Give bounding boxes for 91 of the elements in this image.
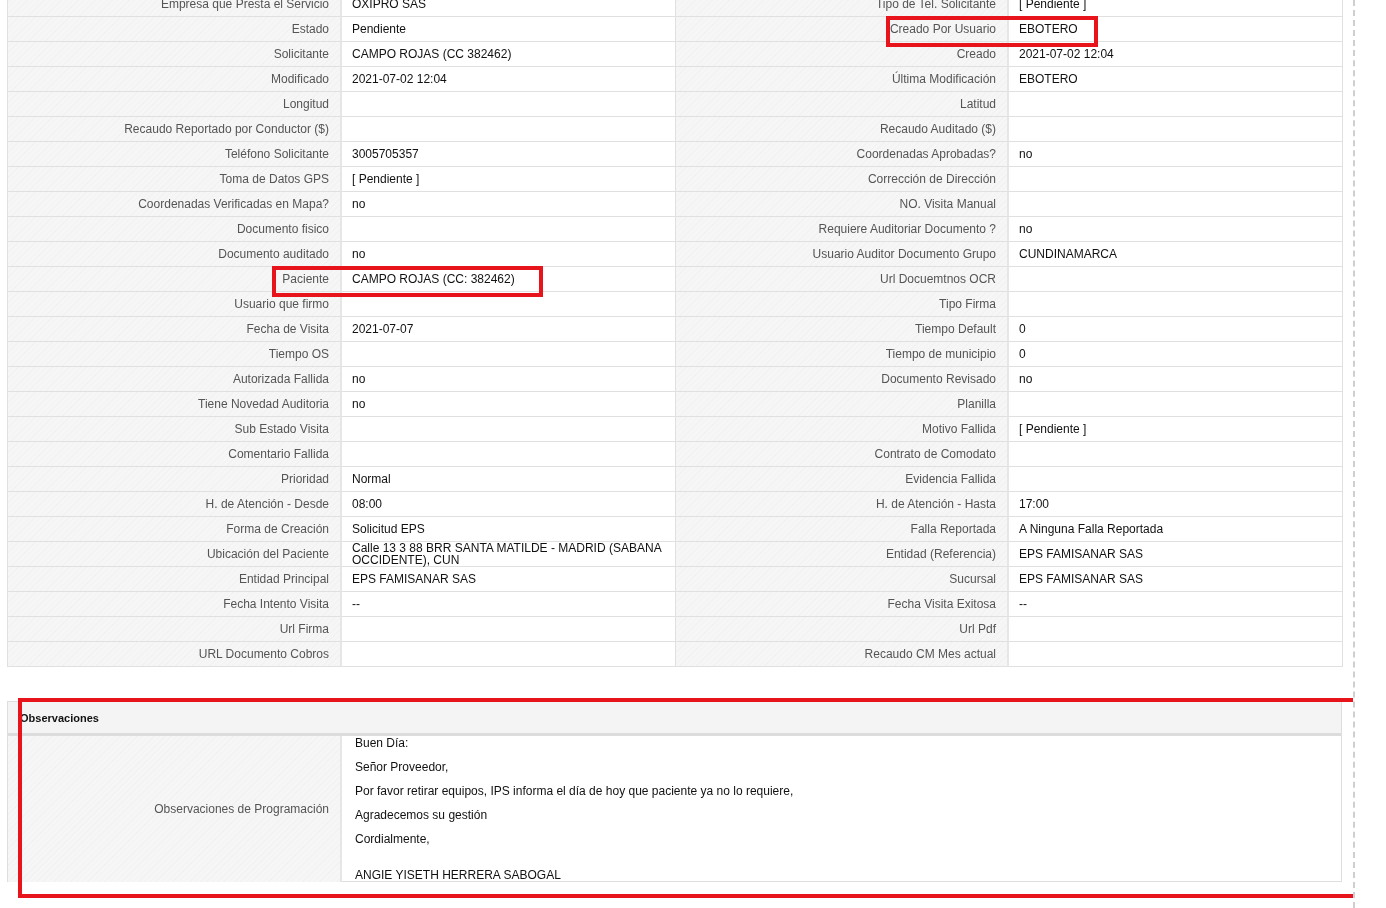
field-label: Coordenadas Verificadas en Mapa? (8, 192, 342, 217)
field-label: Usuario que firmo (8, 292, 342, 317)
field-label: Evidencia Fallida (676, 467, 1009, 492)
field-value: 2021-07-02 12:04 (1009, 42, 1343, 67)
observation-text: Señor Proveedor, (355, 761, 450, 773)
field-label: Estado (8, 17, 342, 42)
field-label: Url Firma (8, 617, 342, 642)
field-value: EPS FAMISANAR SAS (1009, 542, 1343, 567)
field-value: 0 (1009, 317, 1343, 342)
field-label: Tiempo Default (676, 317, 1009, 342)
field-label: Toma de Datos GPS (8, 167, 342, 192)
field-value: no (1009, 142, 1343, 167)
field-label: Planilla (676, 392, 1009, 417)
field-label: Entidad Principal (8, 567, 342, 592)
field-label: Contrato de Comodato (676, 442, 1009, 467)
field-label: URL Documento Cobros (8, 642, 342, 667)
field-value: 2021-07-07 (342, 317, 676, 342)
field-label: Documento Revisado (676, 367, 1009, 392)
field-label: Entidad (Referencia) (676, 542, 1009, 567)
field-label: Solicitante (8, 42, 342, 67)
field-label: Creado (676, 42, 1009, 67)
field-label: Observaciones de Programación (8, 736, 342, 882)
field-label: Última Modificación (676, 67, 1009, 92)
field-value: EPS FAMISANAR SAS (1009, 567, 1343, 592)
field-label: Tipo Firma (676, 292, 1009, 317)
field-value: no (1009, 217, 1343, 242)
field-label: Documento auditado (8, 242, 342, 267)
field-label: Teléfono Solicitante (8, 142, 342, 167)
signature-text: ANGIE YISETH HERRERA SABOGAL (355, 869, 562, 881)
field-label: Comentario Fallida (8, 442, 342, 467)
field-label: Fecha de Visita (8, 317, 342, 342)
field-value: no (342, 192, 676, 217)
field-label: Recaudo Auditado ($) (676, 117, 1009, 142)
field-label: Sucursal (676, 567, 1009, 592)
field-label: Fecha Visita Exitosa (676, 592, 1009, 617)
field-label: Latitud (676, 92, 1009, 117)
field-value: no (342, 392, 676, 417)
field-value: Solicitud EPS (342, 517, 676, 542)
field-label: Prioridad (8, 467, 342, 492)
observation-text: Buen Día: (355, 737, 410, 749)
field-value: 2021-07-02 12:04 (342, 67, 676, 92)
field-value: no (342, 367, 676, 392)
field-label: Tiempo de municipio (676, 342, 1009, 367)
field-label: Url Pdf (676, 617, 1009, 642)
field-label: Coordenadas Aprobadas? (676, 142, 1009, 167)
field-label: Corrección de Dirección (676, 167, 1009, 192)
field-value: CUNDINAMARCA (1009, 242, 1343, 267)
field-label: Motivo Fallida (676, 417, 1009, 442)
field-label: Falla Reportada (676, 517, 1009, 542)
field-label: Sub Estado Visita (8, 417, 342, 442)
field-value: [ Pendiente ] (342, 167, 676, 192)
field-label: H. de Atención - Hasta (676, 492, 1009, 517)
field-value: Normal (342, 467, 676, 492)
field-label: Modificado (8, 67, 342, 92)
field-value: -- (342, 592, 676, 617)
field-label: Forma de Creación (8, 517, 342, 542)
field-label: Requiere Auditoriar Documento ? (676, 217, 1009, 242)
section-title: Observaciones (8, 702, 1341, 736)
field-label: Empresa que Presta el Servicio (8, 0, 342, 17)
field-value: 08:00 (342, 492, 676, 517)
field-label: Recaudo CM Mes actual (676, 642, 1009, 667)
observation-text: Agradecemos su gestión (355, 809, 489, 821)
field-label: Recaudo Reportado por Conductor ($) (8, 117, 342, 142)
field-label: Usuario Auditor Documento Grupo (676, 242, 1009, 267)
field-value: Calle 13 3 88 BRR SANTA MATILDE - MADRID (SABANA OCCIDENTE), CUN (342, 542, 676, 567)
field-value: 0 (1009, 342, 1343, 367)
field-label: Longitud (8, 92, 342, 117)
field-label: Ubicación del Paciente (8, 542, 342, 567)
field-label: Tiempo OS (8, 342, 342, 367)
field-label: Tipo de Tel. Solicitante (676, 0, 1009, 17)
observation-text: Por favor retirar equipos, IPS informa el día de hoy que paciente ya no lo requiere, (355, 785, 795, 797)
field-label: Documento fisico (8, 217, 342, 242)
field-label: Fecha Intento Visita (8, 592, 342, 617)
field-value: -- (1009, 592, 1343, 617)
field-value: OXIPRO SAS (342, 0, 676, 17)
field-value: 3005705357 (342, 142, 676, 167)
field-value: EBOTERO (1009, 67, 1343, 92)
field-value: 17:00 (1009, 492, 1343, 517)
field-label: NO. Visita Manual (676, 192, 1009, 217)
field-label: H. de Atención - Desde (8, 492, 342, 517)
field-value: Pendiente (342, 17, 676, 42)
field-value: CAMPO ROJAS (CC 382462) (342, 42, 676, 67)
field-value: EPS FAMISANAR SAS (342, 567, 676, 592)
field-value: A Ninguna Falla Reportada (1009, 517, 1343, 542)
field-value: [ Pendiente ] (1009, 417, 1343, 442)
field-label: Tiene Novedad Auditoria (8, 392, 342, 417)
field-label: Url Docuemtnos OCR (676, 267, 1009, 292)
field-value: EBOTERO (1009, 17, 1343, 42)
field-label: Autorizada Fallida (8, 367, 342, 392)
field-value: no (1009, 367, 1343, 392)
observation-text: Cordialmente, (355, 833, 431, 845)
